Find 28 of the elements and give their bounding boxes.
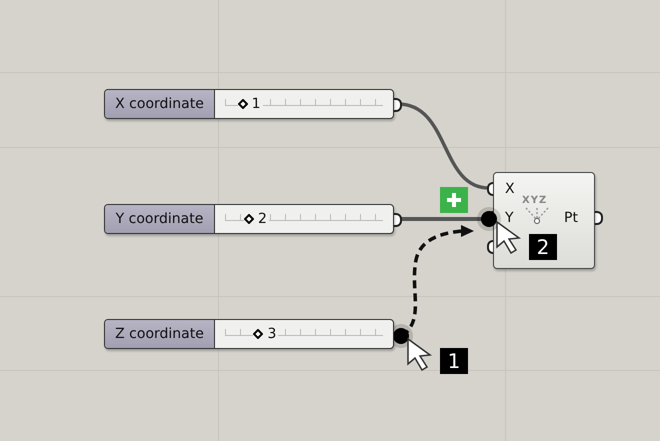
slider-label: X coordinate	[105, 90, 215, 118]
diamond-icon	[238, 99, 248, 109]
input-label: Y	[505, 210, 514, 226]
slider-label: Z coordinate	[105, 320, 215, 348]
slider-thumb[interactable]: 1	[238, 96, 263, 112]
step-number: 1	[440, 348, 468, 374]
number-slider[interactable]: Y coordinate 2	[104, 204, 394, 234]
slider-label: Y coordinate	[105, 205, 215, 233]
plus-icon	[440, 187, 468, 213]
slider-value: 1	[252, 96, 261, 112]
connection-dot[interactable]	[393, 328, 409, 344]
slider-thumb[interactable]: 3	[253, 326, 278, 342]
slider-value: 2	[258, 211, 267, 227]
connection-dot	[481, 211, 497, 227]
component-icon-label: XYZ	[522, 195, 548, 206]
output-label: Pt	[564, 210, 578, 226]
diamond-icon	[244, 214, 254, 224]
slider-value: 3	[267, 326, 276, 342]
slider-track[interactable]: 3	[225, 320, 383, 348]
output-port[interactable]	[595, 211, 603, 225]
diamond-icon	[253, 329, 264, 339]
number-slider[interactable]: Z coordinate 3	[104, 319, 394, 349]
step-number: 2	[529, 234, 557, 260]
number-slider[interactable]: X coordinate 1	[104, 89, 394, 119]
slider-track[interactable]: 1	[225, 90, 383, 118]
input-label: X	[505, 181, 515, 197]
slider-track[interactable]: 2	[225, 205, 383, 233]
slider-thumb[interactable]: 2	[244, 211, 269, 227]
